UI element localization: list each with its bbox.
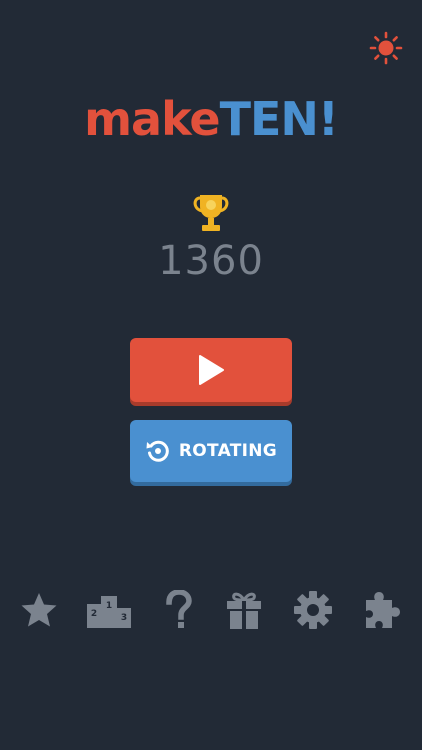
gift-icon (227, 592, 261, 629)
rotate-icon (146, 440, 169, 462)
rate-button[interactable] (17, 588, 61, 632)
podium-first-label: 1 (106, 601, 112, 611)
help-button[interactable] (157, 588, 201, 632)
high-score: 1360 (158, 238, 264, 284)
podium-third-label: 3 (121, 613, 127, 623)
logo-ten: TEN! (219, 92, 339, 146)
theme-toggle-button[interactable] (368, 30, 404, 66)
help-icon (166, 590, 192, 628)
puzzle-icon (366, 592, 400, 628)
bottom-nav: 2 1 3 (0, 588, 422, 632)
play-button[interactable] (130, 338, 292, 402)
trophy-icon (193, 195, 229, 231)
settings-button[interactable] (291, 588, 335, 632)
logo-make: make (84, 92, 221, 146)
settings-icon (294, 591, 332, 629)
game-logo: makeTEN! (0, 92, 422, 146)
leaderboard-button[interactable]: 2 1 3 (87, 588, 131, 632)
play-icon (199, 355, 224, 385)
leaderboard-icon: 2 1 3 (87, 596, 131, 628)
rotating-mode-label: ROTATING (178, 441, 278, 461)
rotating-mode-button[interactable]: ROTATING (130, 420, 292, 482)
star-icon (21, 593, 57, 627)
puzzle-button[interactable] (361, 588, 405, 632)
sun-icon (369, 31, 403, 65)
gift-button[interactable] (222, 588, 266, 632)
podium-second-label: 2 (91, 609, 97, 619)
